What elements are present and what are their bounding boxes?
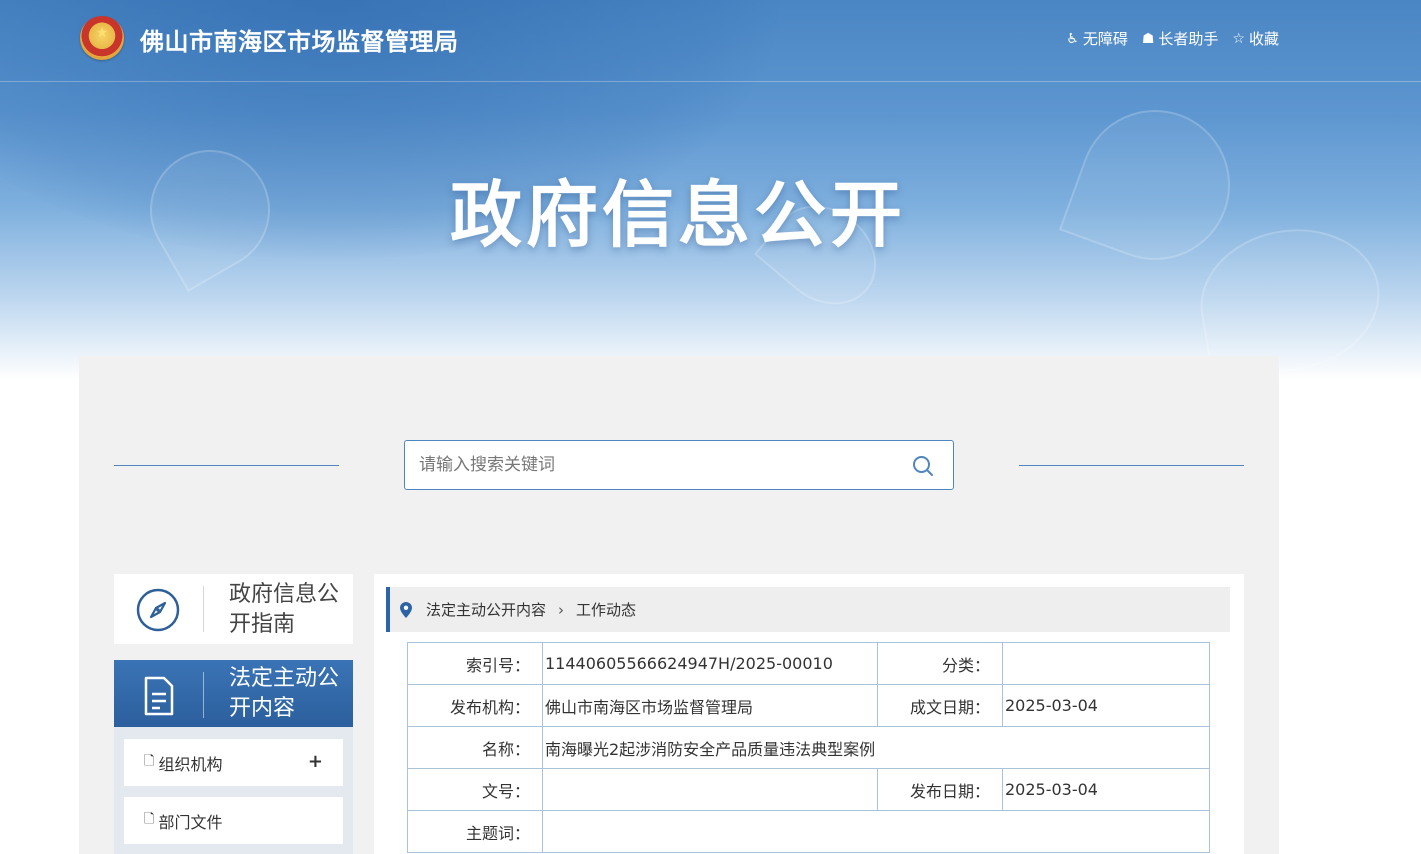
sidebar-active-content[interactable]: 法定主动公开内容 — [114, 660, 353, 727]
page: 佛山市南海区市场监督管理局 ♿ 无障碍 ☗ 长者助手 ☆ 收藏 政府信息公开 — [0, 0, 1421, 854]
breadcrumb: 法定主动公开内容 › 工作动态 — [386, 587, 1230, 632]
elder-helper-icon: ☗ — [1141, 30, 1155, 47]
sidebar-guide[interactable]: 政府信息公开指南 — [114, 574, 353, 644]
publisher-label: 发布机构： — [407, 684, 543, 727]
keywords-value — [542, 810, 1210, 853]
created-date-label: 成文日期： — [877, 684, 1003, 727]
site-title[interactable]: 佛山市南海区市场监督管理局 — [140, 22, 459, 57]
doc-number-value — [542, 768, 878, 811]
name-label: 名称： — [407, 726, 543, 769]
sidebar-separator — [203, 586, 204, 632]
hero-banner: 佛山市南海区市场监督管理局 ♿ 无障碍 ☗ 长者助手 ☆ 收藏 政府信息公开 — [0, 0, 1421, 380]
breadcrumb-level1[interactable]: 法定主动公开内容 — [426, 599, 546, 620]
banner-title: 政府信息公开 — [449, 173, 906, 257]
content-area: 法定主动公开内容 › 工作动态 索引号： 11440605566624947H/… — [374, 574, 1244, 854]
table-row: 索引号： 11440605566624947H/2025-00010 分类： — [407, 642, 1210, 685]
sidebar-item-label: 组织机构 — [158, 754, 223, 774]
document-meta-table: 索引号： 11440605566624947H/2025-00010 分类： 发… — [407, 642, 1210, 853]
file-icon: 🗋 — [144, 753, 155, 769]
accessibility-link[interactable]: ♿ 无障碍 — [1066, 28, 1128, 49]
table-row: 名称： 南海曝光2起涉消防安全产品质量违法典型案例 — [407, 726, 1210, 769]
created-date-value: 2025-03-04 — [1002, 684, 1210, 727]
sidebar-active-label: 法定主动公开内容 — [229, 666, 340, 721]
sidebar-item-label: 部门文件 — [158, 812, 223, 832]
favorite-link[interactable]: ☆ 收藏 — [1232, 28, 1279, 49]
expand-icon[interactable]: + — [308, 751, 323, 772]
category-label: 分类： — [877, 642, 1003, 685]
compass-icon — [136, 588, 180, 632]
doc-number-label: 文号： — [407, 768, 543, 811]
sidebar-item-department-documents[interactable]: 🗋 部门文件 — [124, 797, 343, 844]
location-pin-icon — [400, 601, 412, 618]
table-row: 文号： 发布日期： 2025-03-04 — [407, 768, 1210, 811]
national-emblem-icon — [80, 16, 124, 60]
name-value: 南海曝光2起涉消防安全产品质量违法典型案例 — [542, 726, 1210, 769]
sidebar-submenu: 🗋 组织机构 + 🗋 部门文件 — [114, 727, 353, 854]
search-box — [404, 440, 954, 490]
accessibility-label: 无障碍 — [1082, 30, 1128, 48]
publisher-value: 佛山市南海区市场监督管理局 — [542, 684, 878, 727]
table-row: 发布机构： 佛山市南海区市场监督管理局 成文日期： 2025-03-04 — [407, 684, 1210, 727]
elder-helper-label: 长者助手 — [1158, 30, 1219, 48]
breadcrumb-level2[interactable]: 工作动态 — [576, 599, 636, 620]
sidebar-separator — [203, 672, 204, 718]
search-divider-left — [114, 465, 339, 466]
chevron-right-icon: › — [558, 600, 565, 619]
elder-helper-link[interactable]: ☗ 长者助手 — [1142, 28, 1219, 49]
search-icon[interactable] — [911, 454, 935, 478]
sidebar-item-organization[interactable]: 🗋 组织机构 + — [124, 739, 343, 786]
document-icon — [144, 676, 174, 716]
category-value — [1002, 642, 1210, 685]
index-label: 索引号： — [407, 642, 543, 685]
index-value: 11440605566624947H/2025-00010 — [542, 642, 878, 685]
search-input[interactable] — [419, 441, 899, 489]
table-row: 主题词： — [407, 810, 1210, 853]
main-panel: 政府信息公开指南 法定主动公开内容 🗋 组织机构 + 🗋 部门文件 — [79, 356, 1279, 854]
search-divider-right — [1019, 465, 1244, 466]
published-date-label: 发布日期： — [877, 768, 1003, 811]
star-icon: ☆ — [1232, 30, 1245, 47]
top-links: ♿ 无障碍 ☗ 长者助手 ☆ 收藏 — [1066, 28, 1279, 49]
file-icon: 🗋 — [144, 811, 155, 827]
top-bar: 佛山市南海区市场监督管理局 ♿ 无障碍 ☗ 长者助手 ☆ 收藏 — [0, 0, 1421, 82]
favorite-label: 收藏 — [1248, 30, 1279, 48]
sidebar-guide-label: 政府信息公开指南 — [229, 582, 340, 637]
published-date-value: 2025-03-04 — [1002, 768, 1210, 811]
wheelchair-icon: ♿ — [1066, 30, 1079, 47]
keywords-label: 主题词： — [407, 810, 543, 853]
